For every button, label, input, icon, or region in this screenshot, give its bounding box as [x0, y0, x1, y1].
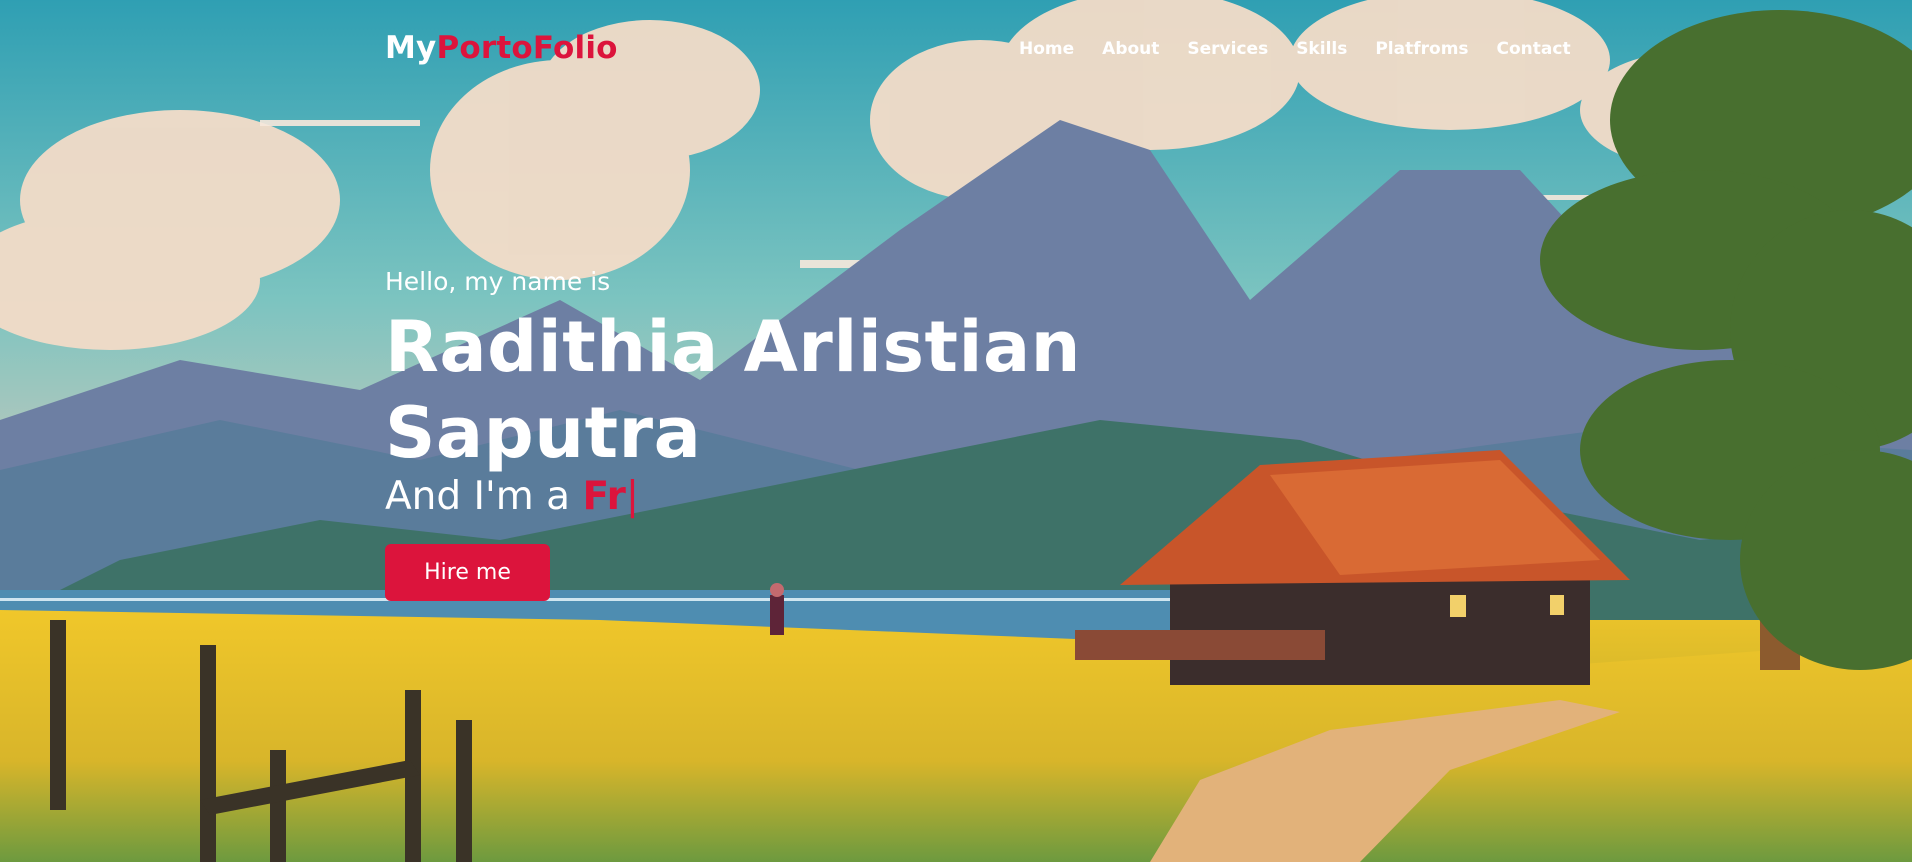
nav-item-platforms: Platfroms	[1375, 39, 1468, 59]
logo-accent: PortoFolio	[436, 30, 618, 66]
nav-link-platforms[interactable]: Platfroms	[1375, 39, 1468, 59]
nav-item-services: Services	[1187, 39, 1268, 59]
nav-link-services[interactable]: Services	[1187, 39, 1268, 59]
nav-link-home[interactable]: Home	[1019, 39, 1074, 59]
nav-item-contact: Contact	[1497, 39, 1571, 59]
typing-caret: |	[625, 474, 639, 519]
role-prefix: And I'm a	[385, 474, 583, 519]
nav-link-about[interactable]: About	[1102, 39, 1159, 59]
nav-item-home: Home	[1019, 39, 1074, 59]
nav-menu: Home About Services Skills Platfroms Con…	[1019, 39, 1599, 59]
typed-role-text: Fr	[582, 474, 626, 519]
nav-item-skills: Skills	[1296, 39, 1347, 59]
hero-name: Radithia Arlistian Saputra	[385, 306, 1082, 474]
nav-link-contact[interactable]: Contact	[1497, 39, 1571, 59]
hire-me-button[interactable]: Hire me	[385, 544, 550, 601]
site-logo[interactable]: MyPortoFolio	[385, 30, 618, 66]
hero-greeting: Hello, my name is	[385, 267, 611, 296]
hero-content: Hello, my name is Radithia Arlistian Sap…	[385, 262, 1085, 601]
nav-item-about: About	[1102, 39, 1159, 59]
hero-role-line: And I'm a Fr|	[385, 470, 1085, 524]
logo-prefix: My	[385, 30, 437, 66]
nav-link-skills[interactable]: Skills	[1296, 39, 1347, 59]
hero-section: MyPortoFolio Home About Services Skills …	[0, 0, 1912, 862]
navbar: MyPortoFolio Home About Services Skills …	[0, 0, 1912, 100]
